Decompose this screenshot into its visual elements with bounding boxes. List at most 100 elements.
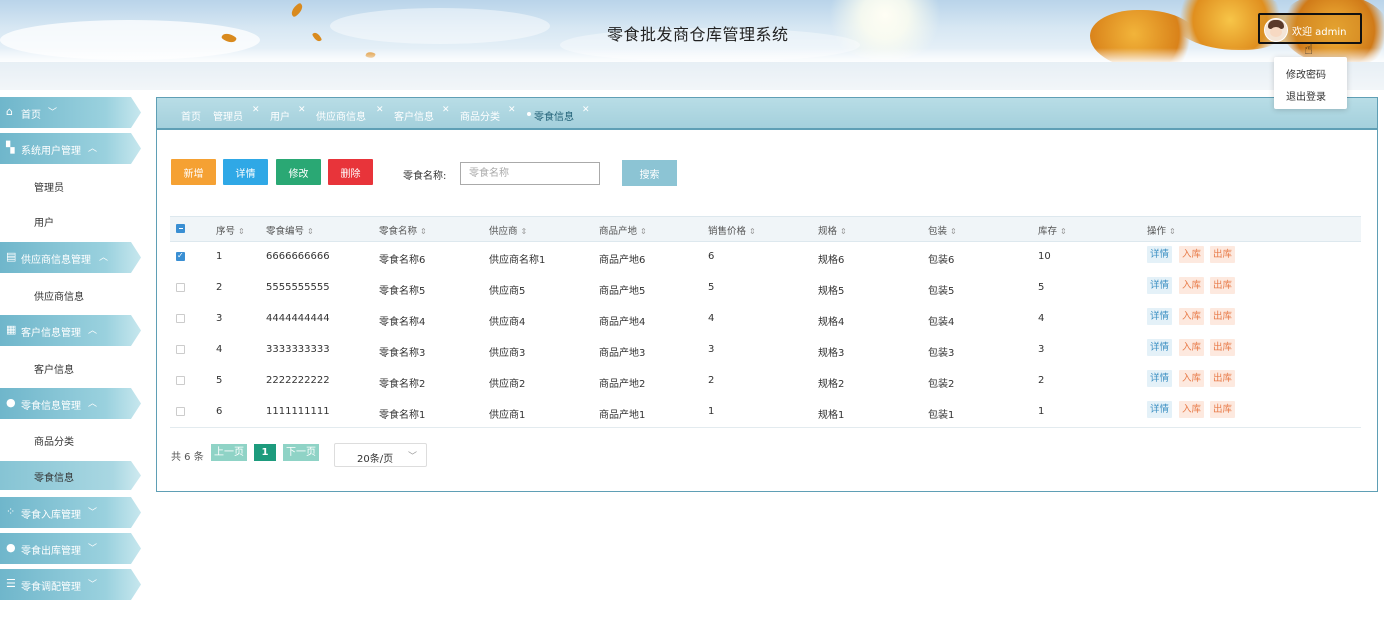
row-detail-button[interactable]: 详情 <box>1147 339 1173 356</box>
column-header[interactable]: 零食名称 ⇕ <box>379 223 427 237</box>
cell-pack: 包装1 <box>928 410 955 421</box>
select-all-checkbox[interactable] <box>176 224 185 233</box>
cell-code: 4444444444 <box>266 313 330 324</box>
users-icon: ▚ <box>6 141 15 154</box>
row-checkbox[interactable] <box>176 376 185 385</box>
top-header: 零食批发商仓库管理系统 欢迎 admin <box>0 0 1384 62</box>
table-row[interactable]: 2 5555555555 零食名称5 供应商5 商品产地5 5 规格5 包装5 … <box>170 271 1361 302</box>
row-detail-button[interactable]: 详情 <box>1147 401 1173 418</box>
cell-supplier: 供应商名称1 <box>489 255 546 266</box>
sort-icon: ⇕ <box>950 227 957 236</box>
row-stock-in-button[interactable]: 入库 <box>1179 339 1205 356</box>
sidebar-item-supplier[interactable]: ▤ 供应商信息管理 ︿ <box>0 242 141 273</box>
close-icon[interactable]: ✕ <box>376 105 384 115</box>
row-stock-out-button[interactable]: 出库 <box>1210 277 1236 294</box>
search-input[interactable] <box>460 162 600 185</box>
page-title: 零食批发商仓库管理系统 <box>607 25 789 44</box>
sidebar-subitem-snack-info[interactable]: 零食信息 <box>34 469 74 484</box>
row-stock-out-button[interactable]: 出库 <box>1210 370 1236 387</box>
row-detail-button[interactable]: 详情 <box>1147 308 1173 325</box>
row-stock-out-button[interactable]: 出库 <box>1210 308 1236 325</box>
delete-button[interactable]: 删除 <box>328 159 373 185</box>
cell-stock: 10 <box>1038 251 1051 262</box>
cell-pack: 包装4 <box>928 317 955 328</box>
column-header[interactable]: 商品产地 ⇕ <box>599 223 647 237</box>
row-checkbox[interactable] <box>176 251 185 261</box>
sidebar-subitem-user[interactable]: 用户 <box>34 214 54 229</box>
cell-no: 4 <box>216 344 223 355</box>
tab-snack-info[interactable]: 零食信息 <box>534 108 574 123</box>
row-detail-button[interactable]: 详情 <box>1147 370 1173 387</box>
cell-stock: 5 <box>1038 282 1045 293</box>
close-icon[interactable]: ✕ <box>298 105 306 115</box>
table-row[interactable]: 1 6666666666 零食名称6 供应商名称1 商品产地6 6 规格6 包装… <box>170 240 1361 271</box>
sidebar-subitem-supplier-info[interactable]: 供应商信息 <box>34 288 84 303</box>
close-icon[interactable]: ✕ <box>442 105 450 115</box>
cell-no: 2 <box>216 282 223 293</box>
cell-pack: 包装3 <box>928 348 955 359</box>
close-icon[interactable]: ✕ <box>582 105 590 115</box>
sidebar-item-system-users[interactable]: ▚ 系统用户管理 ︿ <box>0 133 141 164</box>
table-row[interactable]: 3 4444444444 零食名称4 供应商4 商品产地4 4 规格4 包装4 … <box>170 302 1361 333</box>
row-stock-out-button[interactable]: 出库 <box>1210 401 1236 418</box>
tab-admin[interactable]: 管理员 <box>213 108 243 123</box>
column-header[interactable]: 供应商 ⇕ <box>489 223 527 237</box>
column-header[interactable]: 规格 ⇕ <box>818 223 847 237</box>
tab-home[interactable]: 首页 <box>181 108 201 123</box>
search-button[interactable]: 搜索 <box>622 160 677 186</box>
row-stock-in-button[interactable]: 入库 <box>1179 308 1205 325</box>
menu-item-change-password[interactable]: 修改密码 <box>1286 66 1326 81</box>
edit-button[interactable]: 修改 <box>276 159 321 185</box>
sidebar-item-stock-out[interactable]: ● 零食出库管理 ﹀ <box>0 533 141 564</box>
table-row[interactable]: 6 1111111111 零食名称1 供应商1 商品产地1 1 规格1 包装1 … <box>170 395 1361 426</box>
row-checkbox[interactable] <box>176 314 185 323</box>
cell-pack: 包装6 <box>928 255 955 266</box>
prev-page-button[interactable]: 上一页 <box>211 444 247 461</box>
row-checkbox[interactable] <box>176 283 185 292</box>
row-stock-out-button[interactable]: 出库 <box>1210 339 1236 356</box>
row-checkbox[interactable] <box>176 407 185 416</box>
sidebar-item-stock-in[interactable]: ⁘ 零食入库管理 ﹀ <box>0 497 141 528</box>
sidebar-subitem-admin[interactable]: 管理员 <box>34 179 64 194</box>
tab-user[interactable]: 用户 <box>270 108 290 123</box>
menu-item-logout[interactable]: 退出登录 <box>1286 88 1326 103</box>
column-header[interactable]: 操作 ⇕ <box>1147 223 1176 237</box>
close-icon[interactable]: ✕ <box>252 105 260 115</box>
row-stock-in-button[interactable]: 入库 <box>1179 401 1205 418</box>
sidebar-subitem-customer-info[interactable]: 客户信息 <box>34 361 74 376</box>
next-page-button[interactable]: 下一页 <box>283 444 319 461</box>
row-stock-in-button[interactable]: 入库 <box>1179 246 1205 263</box>
tab-customer[interactable]: 客户信息 <box>394 108 434 123</box>
sidebar-item-snack[interactable]: ● 零食信息管理 ︿ <box>0 388 141 419</box>
table-row[interactable]: 5 2222222222 零食名称2 供应商2 商品产地2 2 规格2 包装2 … <box>170 364 1361 395</box>
add-button[interactable]: 新增 <box>171 159 216 185</box>
row-stock-in-button[interactable]: 入库 <box>1179 370 1205 387</box>
sidebar-item-customer[interactable]: ▦ 客户信息管理 ︿ <box>0 315 141 346</box>
cell-stock: 4 <box>1038 313 1045 324</box>
row-detail-button[interactable]: 详情 <box>1147 277 1173 294</box>
sidebar-subitem-category[interactable]: 商品分类 <box>34 433 74 448</box>
row-stock-in-button[interactable]: 入库 <box>1179 277 1205 294</box>
tab-supplier[interactable]: 供应商信息 <box>316 108 366 123</box>
close-icon[interactable]: ✕ <box>508 105 516 115</box>
sidebar-item-allocation[interactable]: ☰ 零食调配管理 ﹀ <box>0 569 141 600</box>
sidebar-item-home[interactable]: ⌂ 首页 ﹀ <box>0 97 141 128</box>
row-detail-button[interactable]: 详情 <box>1147 246 1173 263</box>
row-checkbox[interactable] <box>176 345 185 354</box>
sidebar-item-label: 零食入库管理 <box>21 510 81 521</box>
column-header[interactable]: 库存 ⇕ <box>1038 223 1067 237</box>
row-stock-out-button[interactable]: 出库 <box>1210 246 1236 263</box>
cell-name: 零食名称5 <box>379 286 426 297</box>
column-header[interactable]: 零食编号 ⇕ <box>266 223 314 237</box>
table-row[interactable]: 4 3333333333 零食名称3 供应商3 商品产地3 3 规格3 包装3 … <box>170 333 1361 364</box>
column-header[interactable]: 销售价格 ⇕ <box>708 223 756 237</box>
cell-code: 1111111111 <box>266 406 330 417</box>
detail-button[interactable]: 详情 <box>223 159 268 185</box>
cell-stock: 3 <box>1038 344 1045 355</box>
column-header[interactable]: 序号 ⇕ <box>216 223 245 237</box>
page-size-select[interactable]: 20条/页 ﹀ <box>334 443 427 467</box>
column-header[interactable]: 包装 ⇕ <box>928 223 957 237</box>
tab-category[interactable]: 商品分类 <box>460 108 500 123</box>
sidebar-item-label: 零食出库管理 <box>21 546 81 557</box>
current-page[interactable]: 1 <box>254 444 276 461</box>
